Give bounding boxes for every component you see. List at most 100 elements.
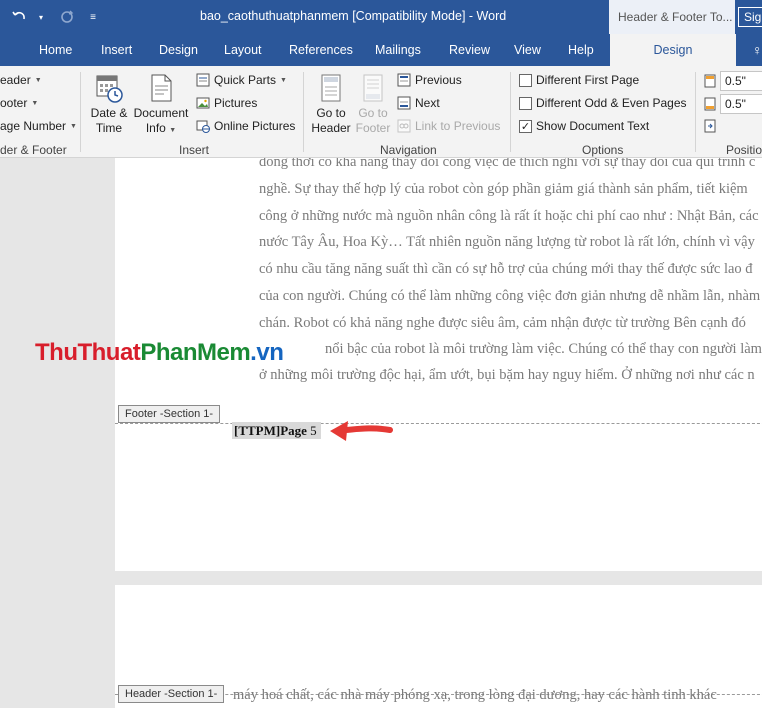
group-label-insert: Insert (179, 143, 210, 157)
tab-insert[interactable]: Insert (101, 43, 132, 57)
date-time-label-line1: Date & (90, 106, 128, 120)
document-title: bao_caothuthuatphanmem [Compatibility Mo… (200, 9, 507, 23)
footer-dropdown[interactable]: ooter ▼ (0, 96, 38, 110)
quick-access-toolbar: ▾ ≡ (8, 7, 104, 27)
next-label: Next (415, 96, 440, 110)
group-label-header-footer: der & Footer (0, 143, 67, 157)
previous-label: Previous (415, 73, 462, 87)
online-picture-icon (196, 119, 210, 133)
document-info-button[interactable]: Document Info ▼ (132, 72, 190, 138)
show-document-text-checkbox[interactable]: ✓ Show Document Text (519, 119, 649, 133)
body-text-line[interactable]: nổi bậc của robot là môi trường làm việc… (325, 341, 762, 358)
ribbon-tabs: Home Insert Design Layout References Mai… (0, 34, 762, 66)
quick-parts-dropdown[interactable]: Quick Parts ▼ (196, 73, 287, 87)
tab-review[interactable]: Review (449, 43, 490, 57)
chevron-down-icon: ▼ (280, 76, 287, 84)
header-section-tab: Header -Section 1- (118, 685, 225, 703)
chevron-down-icon: ▼ (34, 76, 42, 84)
checkbox-unchecked-icon (519, 73, 532, 87)
document-info-icon (146, 72, 176, 104)
body-text-line[interactable]: có nhu cầu tăng năng suất thì cần có sự … (259, 261, 753, 278)
undo-dropdown-icon[interactable]: ▾ (30, 7, 52, 27)
group-divider (510, 72, 511, 152)
footer-text[interactable]: [TTPM]Page 5 (232, 422, 321, 439)
undo-icon[interactable] (8, 7, 30, 27)
insert-alignment-tab-icon[interactable] (703, 119, 717, 133)
different-odd-even-checkbox[interactable]: Different Odd & Even Pages (519, 96, 687, 110)
contextual-tab-title: Header & Footer To... (609, 0, 735, 34)
header-position-icon (703, 74, 717, 88)
chevron-down-icon: ▼ (70, 122, 77, 130)
header-from-top-input[interactable]: 0.5" (720, 71, 762, 91)
pictures-button[interactable]: Pictures (196, 96, 257, 110)
date-time-button[interactable]: Date & Time (86, 72, 132, 136)
tab-help[interactable]: Help (568, 43, 594, 57)
body-text-line[interactable]: công ở những nước mà nguồn nhân công là … (259, 208, 759, 225)
arrow-pointer-icon (330, 421, 393, 441)
customize-toolbar-icon[interactable]: ≡ (82, 7, 104, 27)
tab-home[interactable]: Home (39, 43, 72, 57)
go-to-footer-icon (358, 72, 388, 104)
page-number-field[interactable]: 5 (310, 423, 317, 438)
checkmark-icon: ✓ (519, 119, 532, 133)
previous-button[interactable]: Previous (397, 73, 462, 87)
body-text-line[interactable]: nghề. Sự thay thế hợp lý của robot còn g… (259, 181, 748, 198)
different-first-page-checkbox[interactable]: Different First Page (519, 73, 639, 87)
footer-position-icon (703, 97, 717, 111)
link-to-previous-button[interactable]: Link to Previous (397, 119, 500, 133)
go-to-footer-label-line2: Footer (355, 121, 391, 135)
different-odd-even-label: Different Odd & Even Pages (536, 96, 687, 110)
go-to-header-button[interactable]: Go to Header (308, 72, 354, 136)
tab-mailings[interactable]: Mailings (375, 43, 421, 57)
lightbulb-icon[interactable]: ♀ (752, 42, 762, 58)
body-text-line[interactable]: nước Tây Âu, Hoa Kỳ… Tất nhiên nguồn năn… (259, 234, 755, 251)
document-info-label-line2: Info ▼ (145, 121, 177, 135)
sign-in-button[interactable]: Sig (738, 7, 762, 27)
ribbon: eader ▼ ooter ▼ age Number ▼ der & Footer D… (0, 66, 762, 158)
tab-design[interactable]: Design (159, 43, 198, 57)
next-section-icon (397, 96, 411, 110)
previous-section-icon (397, 73, 411, 87)
page-number-dropdown[interactable]: age Number ▼ (0, 119, 77, 133)
tab-view[interactable]: View (514, 43, 541, 57)
page[interactable]: Header -Section 1- máy hoá chất, các nhà… (115, 585, 762, 708)
online-pictures-label: Online Pictures (214, 119, 296, 133)
chevron-down-icon: ▼ (31, 99, 39, 107)
next-button[interactable]: Next (397, 96, 440, 110)
checkbox-unchecked-icon (519, 96, 532, 110)
go-to-footer-label-line1: Go to (358, 106, 388, 120)
footer-label: ooter (0, 96, 28, 110)
group-divider (695, 72, 696, 152)
calendar-clock-icon (94, 72, 124, 104)
tab-header-footer-design[interactable]: Design (610, 34, 736, 66)
group-label-options: Options (582, 143, 624, 157)
group-divider (303, 72, 304, 152)
body-text-line[interactable]: đồng thời có khả năng thay đổi công việc… (259, 158, 755, 171)
redo-icon[interactable] (56, 7, 78, 27)
go-to-header-label-line2: Header (311, 121, 351, 135)
body-text-line[interactable]: chán. Robot có khả năng nghe được siêu â… (259, 315, 746, 332)
date-time-label-line2: Time (95, 121, 123, 135)
tab-layout[interactable]: Layout (224, 43, 262, 57)
page-number-label: age Number (0, 119, 67, 133)
body-text-line[interactable]: máy hoá chất, các nhà máy phóng xạ, tron… (233, 687, 717, 704)
body-text-line[interactable]: của con người. Chúng có thể làm những cô… (259, 288, 760, 305)
document-area[interactable]: đồng thời có khả năng thay đổi công việc… (0, 158, 762, 708)
online-pictures-button[interactable]: Online Pictures (196, 119, 295, 133)
quick-parts-icon (196, 73, 210, 87)
group-divider (80, 72, 81, 152)
tab-references[interactable]: References (289, 43, 353, 57)
title-bar: ▾ ≡ bao_caothuthuatphanmem [Compatibilit… (0, 0, 762, 34)
chevron-down-icon: ▼ (169, 127, 177, 134)
footer-from-bottom-input[interactable]: 0.5" (720, 94, 762, 114)
quick-parts-label: Quick Parts (214, 73, 277, 87)
go-to-footer-button[interactable]: Go to Footer (352, 72, 394, 136)
header-dropdown[interactable]: eader ▼ (0, 73, 42, 87)
header-label: eader (0, 73, 31, 87)
link-to-previous-label: Link to Previous (415, 119, 501, 133)
body-text-line[interactable]: ở những môi trường độc hại, ẩm ướt, bụi … (259, 367, 755, 384)
document-info-label-line1: Document (133, 106, 189, 120)
show-document-text-label: Show Document Text (536, 119, 650, 133)
watermark-logo: ThuThuatPhanMem.vn (35, 339, 284, 366)
go-to-header-label-line1: Go to (316, 106, 346, 120)
